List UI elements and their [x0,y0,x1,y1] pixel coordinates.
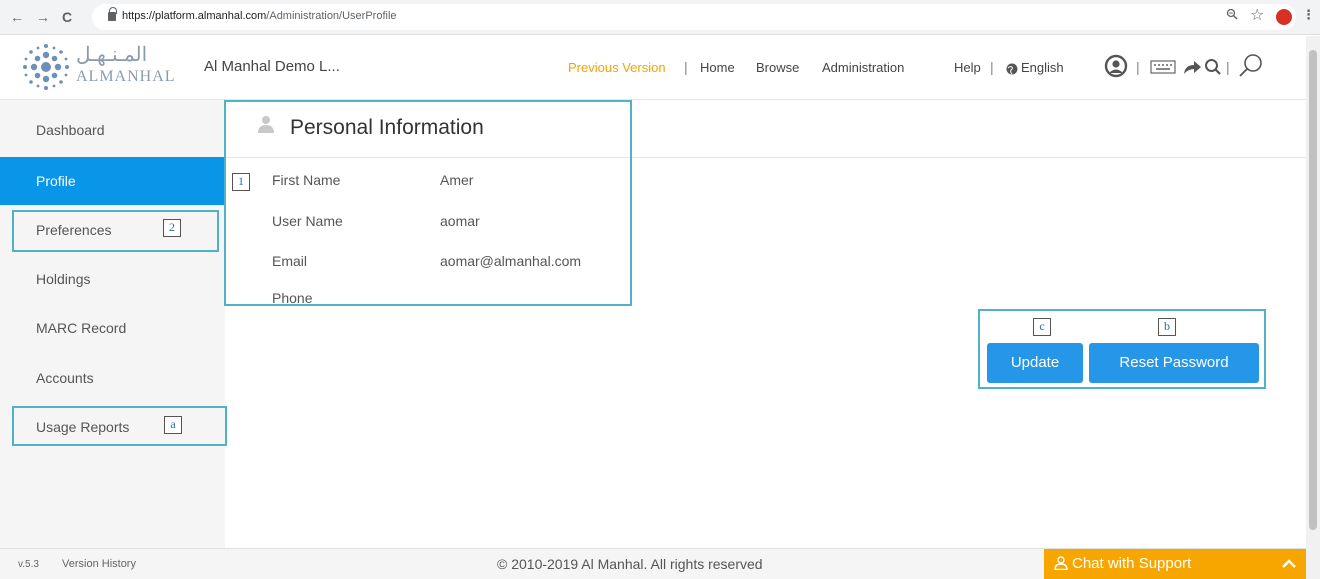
sidebar-item-accounts[interactable]: Accounts [0,354,225,402]
nav-previous-version[interactable]: Previous Version [568,60,666,75]
tag-b: b [1158,318,1176,336]
address-bar[interactable]: https://platform.almanhal.com/Administra… [92,4,1296,30]
globe-icon [1006,62,1018,80]
reset-password-button[interactable]: Reset Password [1089,343,1259,383]
browser-profile-avatar[interactable] [1276,9,1292,25]
tag-1: 1 [232,173,250,191]
user-icon [1054,556,1068,571]
sidebar-item-dashboard[interactable]: Dashboard [0,106,225,154]
page-scrollbar[interactable] [1306,36,1320,579]
url-text: https://platform.almanhal.com/Administra… [122,10,397,22]
search-outline-icon[interactable] [1238,52,1264,83]
callout-usage-reports [12,406,227,446]
forward-button[interactable]: → [36,8,50,26]
update-button[interactable]: Update [987,343,1083,383]
email-value: aomar@almanhal.com [440,253,582,269]
keyboard-icon[interactable] [1150,60,1176,79]
callout-preferences [12,210,219,252]
first-name-label: First Name [272,172,341,188]
url-host: https://platform.almanhal.com [122,10,267,22]
first-name-value: Amer [440,172,474,188]
share-arrow-icon[interactable] [1182,58,1202,81]
sidebar: Dashboard Profile Preferences Holdings M… [0,100,225,548]
browser-menu-icon[interactable]: ⋮ [1302,7,1315,23]
app-header: المـنـهـل ALMANHAL Al Manhal Demo L... P… [0,36,1306,100]
chevron-up-icon[interactable] [1282,549,1296,579]
logo-english-text: ALMANHAL [76,68,176,85]
nav-administration[interactable]: Administration [822,60,904,75]
browser-toolbar: ← → C https://platform.almanhal.com/Admi… [0,0,1320,35]
version-history-link[interactable]: Version History [62,558,136,570]
user-name-label: User Name [272,213,343,229]
nav-home[interactable]: Home [700,60,735,75]
nav-help[interactable]: Help [954,60,981,75]
reload-button[interactable]: C [62,8,72,26]
search-icon[interactable] [1204,58,1222,81]
tag-2: 2 [163,219,181,237]
logo-arabic-text: المـنـهـل [76,42,148,66]
tag-c: c [1033,318,1051,336]
lock-icon [108,7,117,21]
nav-language-english[interactable]: English [1021,60,1064,75]
institution-name[interactable]: Al Manhal Demo L... [204,58,340,75]
user-account-icon[interactable] [1104,54,1128,83]
zoom-icon[interactable] [1226,8,1238,23]
chat-label: Chat with Support [1072,555,1192,572]
sidebar-item-holdings[interactable]: Holdings [0,255,225,303]
scrollbar-thumb[interactable] [1309,50,1317,530]
callout-personal-info [224,100,632,306]
copyright-text: © 2010-2019 Al Manhal. All rights reserv… [497,556,763,572]
nav-separator: | [684,59,688,75]
nav-separator: | [1226,59,1230,75]
nav-browse[interactable]: Browse [756,60,799,75]
star-icon[interactable]: ☆ [1250,5,1264,25]
nav-separator: | [990,59,994,75]
phone-label: Phone [272,290,313,306]
chat-with-support-button[interactable]: Chat with Support [1044,549,1306,579]
url-path: /Administration/UserProfile [266,10,397,22]
sidebar-item-profile[interactable]: Profile [0,157,225,205]
almanhal-logo-icon[interactable] [20,42,72,92]
email-label: Email [272,253,308,269]
version-number: v.5.3 [18,559,39,570]
tag-a: a [164,416,182,434]
back-button[interactable]: ← [10,8,24,26]
nav-separator: | [1136,59,1140,75]
user-name-value: aomar [440,213,480,229]
sidebar-item-marc-record[interactable]: MARC Record [0,304,225,352]
